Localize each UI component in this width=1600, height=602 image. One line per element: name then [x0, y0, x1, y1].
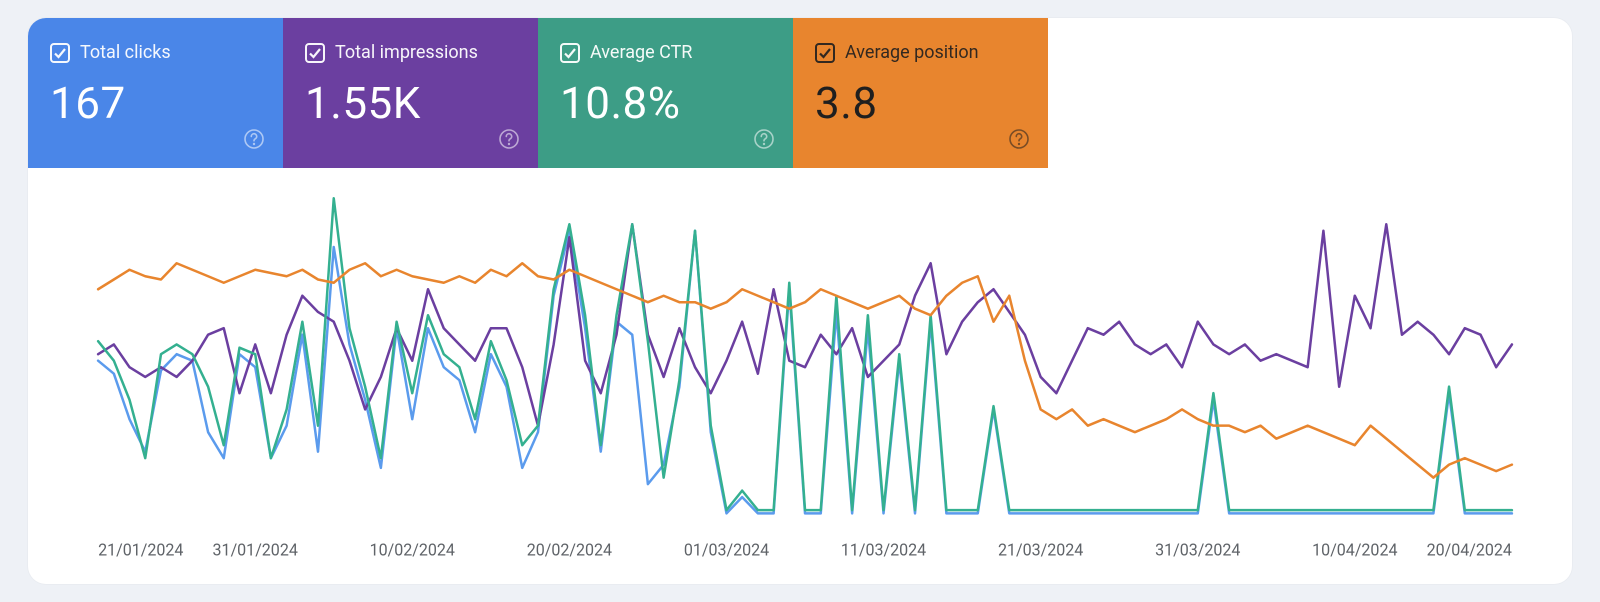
x-tick-label: 21/03/2024	[998, 540, 1083, 559]
checkbox-checked-icon	[560, 43, 580, 63]
metric-tile-ctr[interactable]: Average CTR 10.8%	[538, 18, 793, 168]
metric-value: 10.8%	[560, 77, 771, 129]
x-tick-label: 31/03/2024	[1155, 540, 1240, 559]
x-tick-label: 31/01/2024	[213, 540, 298, 559]
x-tick-label: 21/01/2024	[98, 540, 183, 559]
metric-tile-position[interactable]: Average position 3.8	[793, 18, 1048, 168]
metric-label: Total clicks	[80, 42, 171, 63]
performance-line-chart: 21/01/2024 31/01/2024 10/02/2024 20/02/2024…	[58, 178, 1542, 584]
metric-label: Total impressions	[335, 42, 478, 63]
metric-value: 3.8	[815, 77, 1026, 129]
x-tick-label: 20/02/2024	[527, 540, 612, 559]
metrics-row: Total clicks 167 Total impressions 1.55K…	[28, 18, 1572, 168]
checkbox-checked-icon	[815, 43, 835, 63]
x-tick-label: 10/02/2024	[370, 540, 455, 559]
series-average-ctr	[98, 198, 1512, 510]
help-icon[interactable]	[1008, 128, 1030, 154]
metric-tile-impressions[interactable]: Total impressions 1.55K	[283, 18, 538, 168]
x-tick-label: 10/04/2024	[1312, 540, 1397, 559]
metric-label: Average position	[845, 42, 979, 63]
x-tick-label: 11/03/2024	[841, 540, 926, 559]
help-icon[interactable]	[498, 128, 520, 154]
help-icon[interactable]	[753, 128, 775, 154]
checkbox-checked-icon	[305, 43, 325, 63]
performance-card: Total clicks 167 Total impressions 1.55K…	[28, 18, 1572, 584]
checkbox-checked-icon	[50, 43, 70, 63]
metric-tile-clicks[interactable]: Total clicks 167	[28, 18, 283, 168]
metric-value: 167	[50, 77, 261, 129]
metric-value: 1.55K	[305, 77, 516, 129]
chart-area: 21/01/2024 31/01/2024 10/02/2024 20/02/2024…	[28, 168, 1572, 584]
help-icon[interactable]	[243, 128, 265, 154]
x-tick-label: 01/03/2024	[684, 540, 769, 559]
x-tick-label: 20/04/2024	[1427, 540, 1512, 559]
metric-label: Average CTR	[590, 42, 692, 63]
